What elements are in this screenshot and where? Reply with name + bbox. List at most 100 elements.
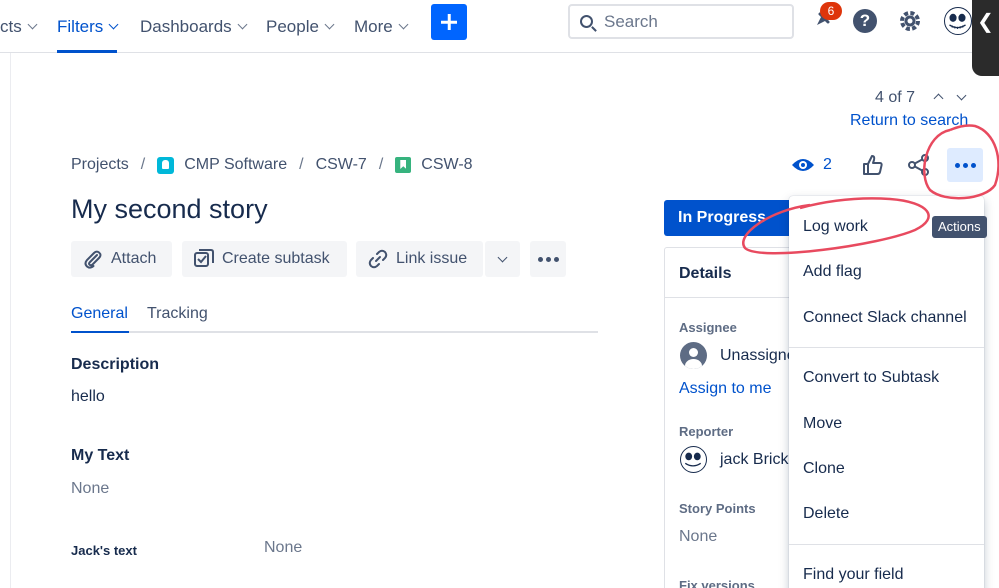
breadcrumb-parent-issue[interactable]: CSW-7	[316, 156, 367, 174]
chevron-down-icon	[108, 19, 119, 30]
chevron-down-icon	[237, 19, 248, 30]
nav-people[interactable]: People	[266, 0, 335, 53]
more-dots-icon	[962, 162, 968, 168]
subtask-icon	[194, 249, 214, 267]
top-navigation: cts Filters Dashboards People More Searc…	[0, 0, 999, 53]
issue-title[interactable]: My second story	[71, 194, 268, 225]
profile-avatar[interactable]	[944, 7, 972, 35]
menu-divider	[789, 544, 984, 545]
nav-dashboards-label: Dashboards	[140, 16, 232, 36]
active-tab-indicator	[71, 331, 129, 333]
more-dots-icon	[954, 162, 960, 168]
nav-projects-label: cts	[0, 16, 22, 36]
status-label: In Progress	[678, 209, 767, 226]
chevron-down-icon	[324, 19, 335, 30]
details-panel: Details Assignee Unassigned Assign to me…	[664, 247, 804, 588]
help-icon[interactable]: ?	[853, 9, 877, 33]
status-button[interactable]: In Progress	[664, 200, 804, 236]
issue-pager-count: 4 of 7	[875, 89, 916, 106]
reporter-avatar	[680, 446, 707, 473]
return-to-search-link[interactable]: Return to search	[850, 112, 968, 130]
reporter-label: Reporter	[679, 424, 734, 439]
attach-label: Attach	[111, 250, 157, 267]
link-issue-dropdown-button[interactable]	[485, 241, 520, 277]
menu-item-find-your-field[interactable]: Find your field	[789, 553, 984, 588]
assignee-avatar	[680, 342, 707, 369]
jacks-text-label: Jack's text	[71, 543, 137, 558]
breadcrumb-issue-key[interactable]: CSW-8	[421, 156, 472, 174]
create-subtask-button[interactable]: Create subtask	[182, 241, 347, 277]
menu-item-clone[interactable]: Clone	[789, 447, 984, 491]
share-icon[interactable]	[908, 154, 930, 176]
details-title: Details	[679, 265, 732, 282]
chevron-down-icon[interactable]	[956, 90, 967, 101]
description-label: Description	[71, 356, 160, 373]
nav-filters-label: Filters	[57, 16, 104, 36]
paperclip-icon	[84, 250, 102, 269]
sidebar-divider	[10, 53, 11, 588]
create-subtask-label: Create subtask	[222, 250, 330, 267]
search-icon	[580, 15, 593, 28]
skull-face-icon	[684, 452, 702, 467]
link-issue-label: Link issue	[396, 250, 468, 267]
actions-tooltip: Actions	[932, 216, 987, 238]
my-text-value[interactable]: None	[71, 480, 109, 498]
actions-menu: Log work Add flag Connect Slack channel …	[789, 196, 984, 588]
nav-more-label: More	[354, 16, 393, 36]
notification-badge: 6	[820, 2, 842, 20]
menu-divider	[789, 347, 984, 348]
attach-button[interactable]: Attach	[71, 241, 172, 277]
jacks-text-value[interactable]: None	[264, 539, 302, 557]
watchers-button[interactable]: 2	[791, 156, 832, 174]
create-button[interactable]	[431, 4, 467, 40]
chevron-down-icon	[27, 19, 38, 30]
breadcrumb-separator: /	[140, 156, 146, 173]
breadcrumb-separator: /	[378, 156, 384, 173]
my-text-label: My Text	[71, 447, 130, 464]
nav-dashboards[interactable]: Dashboards	[140, 0, 248, 53]
menu-item-delete[interactable]: Delete	[789, 492, 984, 536]
thumbs-up-icon[interactable]	[862, 154, 884, 176]
story-points-value[interactable]: None	[679, 528, 717, 546]
nav-projects[interactable]: cts	[0, 0, 38, 53]
eye-icon	[792, 159, 814, 171]
more-dots-icon	[537, 256, 543, 262]
link-icon	[368, 249, 388, 269]
more-dots-icon	[545, 256, 551, 262]
more-actions-button[interactable]	[947, 148, 983, 182]
tab-tracking[interactable]: Tracking	[147, 305, 208, 323]
link-issue-button[interactable]: Link issue	[356, 241, 483, 277]
gear-icon[interactable]	[898, 9, 922, 33]
nav-people-label: People	[266, 16, 319, 36]
breadcrumb: Projects / CMP Software / CSW-7 / CSW-8	[71, 156, 473, 174]
chevron-up-icon[interactable]	[933, 93, 944, 104]
tabs-divider	[71, 331, 598, 333]
menu-item-add-flag[interactable]: Add flag	[789, 250, 984, 294]
nav-filters[interactable]: Filters	[57, 0, 119, 53]
search-placeholder: Search	[604, 11, 658, 31]
story-points-label: Story Points	[679, 501, 756, 516]
watchers-count: 2	[823, 156, 832, 173]
breadcrumb-projects[interactable]: Projects	[71, 156, 129, 174]
menu-item-convert-to-subtask[interactable]: Convert to Subtask	[789, 356, 984, 400]
more-dots-icon	[553, 256, 559, 262]
more-button[interactable]	[530, 241, 566, 277]
story-icon	[395, 157, 412, 173]
breadcrumb-separator: /	[299, 156, 304, 173]
skull-face-icon	[949, 13, 966, 29]
description-value[interactable]: hello	[71, 388, 105, 406]
fix-versions-label: Fix versions	[679, 578, 755, 588]
menu-item-move[interactable]: Move	[789, 402, 984, 446]
search-input[interactable]: Search	[568, 4, 794, 39]
assign-to-me-link[interactable]: Assign to me	[679, 380, 771, 398]
project-icon	[157, 156, 175, 174]
tab-general[interactable]: General	[71, 305, 128, 323]
menu-item-connect-slack[interactable]: Connect Slack channel	[789, 296, 984, 340]
chevron-down-icon	[398, 19, 409, 30]
breadcrumb-project[interactable]: CMP Software	[184, 156, 287, 174]
assignee-label: Assignee	[679, 320, 737, 335]
side-panel-handle[interactable]: ❮	[972, 0, 999, 76]
more-dots-icon	[970, 162, 976, 168]
nav-more[interactable]: More	[354, 0, 409, 53]
chevron-down-icon	[497, 252, 508, 262]
